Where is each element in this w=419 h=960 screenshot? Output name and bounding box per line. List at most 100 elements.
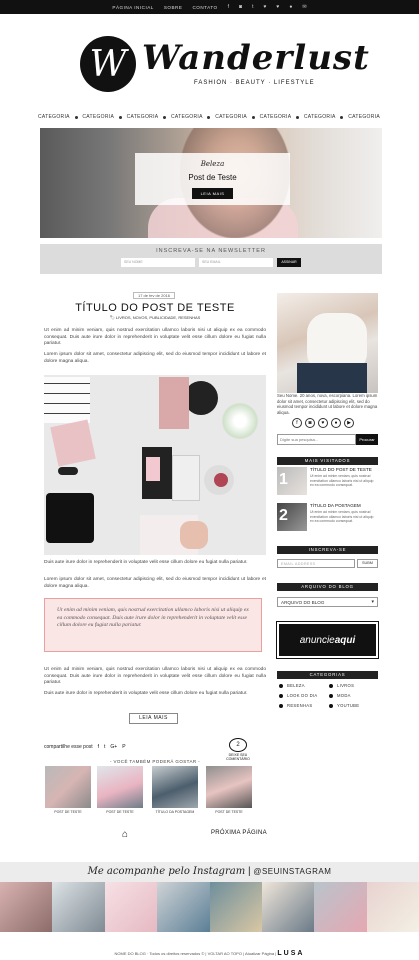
archive-select-value: ARQUIVO DO BLOG — [281, 600, 325, 605]
instagram-photo[interactable] — [261, 882, 315, 932]
instagram-photo[interactable] — [0, 882, 53, 932]
comment-count: 2 — [229, 738, 247, 752]
instagram-handle[interactable]: @SEUINSTAGRAM — [253, 867, 331, 876]
popular-posts-heading: MAIS VISITADOS — [277, 457, 378, 465]
related-caption[interactable]: POST DE TESTE — [206, 810, 252, 814]
related-thumb[interactable] — [97, 766, 143, 808]
category-link[interactable]: CATEGORIA — [38, 114, 70, 120]
related-thumb[interactable] — [152, 766, 198, 808]
category-item[interactable]: RESENHAS — [279, 703, 329, 708]
pinterest-share-icon[interactable]: P — [122, 744, 125, 750]
nav-contact-link[interactable]: CONTATO — [192, 5, 217, 10]
flatlay-phone — [172, 455, 200, 501]
category-link[interactable]: CATEGORIA — [171, 114, 203, 120]
related-post[interactable]: POST DE TESTE — [97, 766, 143, 814]
newsletter-email-input[interactable]: SEU EMAIL — [199, 258, 273, 267]
bloglovin-icon[interactable]: ♥ — [318, 418, 328, 428]
instagram-photo[interactable] — [52, 882, 105, 932]
bloglovin-icon[interactable]: ♥ — [263, 4, 266, 10]
twitter-share-icon[interactable]: t — [104, 744, 105, 750]
category-label: RESENHAS — [287, 703, 313, 708]
pinterest-icon[interactable]: ● — [331, 418, 341, 428]
author-photo-jeans — [297, 363, 367, 393]
instagram-photo[interactable] — [104, 882, 158, 932]
nav-home-link[interactable]: PÁGINA INICIAL — [112, 5, 153, 10]
subscribe-email-input[interactable]: EMAIL ADDRESS — [277, 559, 355, 568]
email-icon[interactable]: ✉ — [302, 4, 306, 10]
blog-logo[interactable]: W Wanderlust FASHION · BEAUTY · LIFESTYL… — [80, 36, 370, 98]
ad-text-bold: aqui — [334, 635, 356, 646]
post-paragraph: Lorem ipsum dolor sit amet, consectetur … — [44, 577, 266, 589]
related-post[interactable]: POST DE TESTE — [45, 766, 91, 814]
post-labels-text[interactable]: LIVROS, NOVOS, PUBLICIDADE, RESENHAS — [116, 315, 200, 320]
instagram-icon[interactable]: ◙ — [239, 4, 242, 10]
subscribe-heading: INSCREVA-SE — [277, 546, 378, 554]
facebook-icon[interactable]: f — [228, 4, 229, 10]
category-link[interactable]: CATEGORIA — [304, 114, 336, 120]
category-link[interactable]: CATEGORIA — [215, 114, 247, 120]
googleplus-share-icon[interactable]: G+ — [110, 744, 117, 750]
category-label: BELEZA — [287, 683, 305, 688]
post-paragraph: Lorem ipsum dolor sit amet, consectetur … — [44, 352, 266, 364]
slider-category[interactable]: Beleza — [135, 160, 290, 168]
popular-post-number: 2 — [279, 507, 288, 524]
popular-post[interactable]: 1 TÍTULO DO POST DE TESTE Ut enim ad min… — [277, 467, 378, 495]
category-link[interactable]: CATEGORIA — [127, 114, 159, 120]
popular-post-title[interactable]: TÍTULO DO POST DE TESTE — [310, 467, 372, 472]
comment-link[interactable]: 2 DEIXE SEU COMENTÁRIO — [222, 738, 254, 761]
chevron-down-icon: ▾ — [371, 599, 374, 605]
archive-select[interactable]: ARQUIVO DO BLOG ▾ — [277, 597, 378, 607]
share-label: compartilhe esse post — [44, 744, 93, 750]
flatlay-coffee — [184, 381, 218, 415]
search-button[interactable]: Procurar — [356, 434, 378, 445]
twitter-icon[interactable]: t — [252, 4, 253, 10]
heart-icon[interactable]: ♥ — [276, 4, 279, 10]
subscribe-submit-button[interactable]: SUBM — [357, 559, 378, 568]
category-link[interactable]: CATEGORIA — [82, 114, 114, 120]
facebook-icon[interactable]: f — [292, 418, 302, 428]
facebook-share-icon[interactable]: f — [98, 744, 99, 750]
category-item[interactable]: LOOK DO DIA — [279, 693, 329, 698]
footer-brand[interactable]: LUSA — [277, 950, 304, 957]
post-title[interactable]: TÍTULO DO POST DE TESTE — [44, 302, 266, 314]
instagram-icon[interactable]: ◙ — [305, 418, 315, 428]
popular-post-title[interactable]: TÍTULO DA POSTAGEM — [310, 503, 361, 508]
read-more-button[interactable]: LEIA MAIS — [129, 713, 178, 724]
related-caption[interactable]: POST DE TESTE — [45, 810, 91, 814]
bullet-icon — [279, 703, 283, 708]
author-photo — [277, 293, 378, 393]
nav-about-link[interactable]: SOBRE — [164, 5, 183, 10]
flatlay-pouch — [159, 377, 189, 429]
related-caption[interactable]: TÍTULO DA POSTAGEM — [152, 810, 198, 814]
slider-title[interactable]: Post de Teste — [135, 173, 290, 182]
related-post[interactable]: TÍTULO DA POSTAGEM — [152, 766, 198, 814]
related-post[interactable]: POST DE TESTE — [206, 766, 252, 814]
related-thumb[interactable] — [45, 766, 91, 808]
category-item[interactable]: MODA — [329, 693, 379, 698]
instagram-photo[interactable] — [209, 882, 262, 932]
share-bar: compartilhe esse post f t G+ P — [44, 744, 126, 750]
category-link[interactable]: CATEGORIA — [260, 114, 292, 120]
youtube-icon[interactable]: ● — [289, 4, 292, 10]
popular-post[interactable]: 2 TÍTULO DA POSTAGEM Ut enim ad minim ve… — [277, 503, 378, 531]
instagram-label: Me acompanhe pelo Instagram — [87, 866, 246, 877]
home-icon[interactable]: ⌂ — [122, 829, 128, 840]
category-item[interactable]: LIVROS — [329, 683, 379, 688]
instagram-photo[interactable] — [157, 882, 210, 932]
youtube-icon[interactable]: ▶ — [344, 418, 354, 428]
search-input[interactable]: Digite sua pesquisa... — [277, 434, 356, 445]
next-page-link[interactable]: PRÓXIMA PÁGINA — [211, 830, 267, 836]
instagram-photo[interactable] — [314, 882, 367, 932]
related-caption[interactable]: POST DE TESTE — [97, 810, 143, 814]
slider-read-more-button[interactable]: LEIA MAIS — [191, 188, 234, 199]
category-item[interactable]: YOUTUBE — [329, 703, 379, 708]
related-thumb[interactable] — [206, 766, 252, 808]
bullet-icon — [329, 693, 333, 698]
newsletter-name-input[interactable]: SEU NOME — [121, 258, 195, 267]
instagram-photo[interactable] — [366, 882, 419, 932]
category-link[interactable]: CATEGORIA — [348, 114, 380, 120]
category-item[interactable]: BELEZA — [279, 683, 329, 688]
sidebar-search: Digite sua pesquisa... Procurar — [277, 434, 378, 445]
newsletter-subscribe-button[interactable]: ASSINAR — [277, 258, 301, 267]
ad-banner[interactable]: anuncieaqui — [276, 621, 379, 659]
